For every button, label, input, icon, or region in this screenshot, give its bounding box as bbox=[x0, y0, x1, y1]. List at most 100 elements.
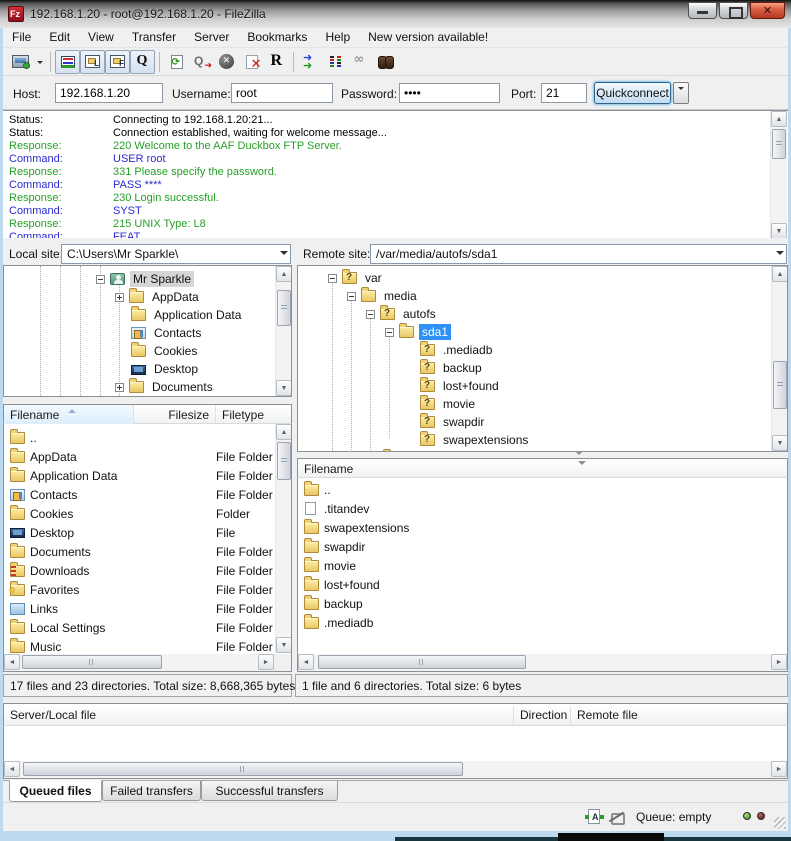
file-row-local-settings[interactable]: Local SettingsFile Folder bbox=[4, 618, 291, 637]
tab-failed-transfers[interactable]: Failed transfers bbox=[102, 781, 201, 801]
file-row-application-data[interactable]: Application DataFile Folder bbox=[4, 466, 291, 485]
file-row-lost-found[interactable]: lost+found bbox=[298, 575, 787, 594]
collapse-icon[interactable] bbox=[366, 310, 375, 319]
scroll-down-button[interactable] bbox=[772, 435, 788, 451]
file-row-favorites[interactable]: FavoritesFile Folder bbox=[4, 580, 291, 599]
local-treeview-toggle-button[interactable] bbox=[80, 50, 105, 74]
file-row-music[interactable]: MusicFile Folder bbox=[4, 637, 291, 654]
port-input[interactable] bbox=[541, 83, 587, 103]
scroll-left-button[interactable] bbox=[4, 761, 20, 777]
file-row-mediadb[interactable]: .mediadb bbox=[298, 613, 787, 632]
maximize-button[interactable] bbox=[719, 2, 748, 19]
collapse-icon[interactable] bbox=[96, 275, 105, 284]
host-input[interactable] bbox=[55, 83, 163, 103]
reconnect-button[interactable] bbox=[264, 50, 289, 74]
remote-directory-tree[interactable]: var media autofs sda1 .mediadb backup lo… bbox=[297, 265, 788, 452]
file-row-downloads[interactable]: DownloadsFile Folder bbox=[4, 561, 291, 580]
tree-item-appdata[interactable]: AppData bbox=[115, 288, 202, 306]
tree-item-downloads[interactable]: Downloads bbox=[115, 396, 214, 397]
minimize-button[interactable] bbox=[688, 2, 717, 19]
menu-bookmarks[interactable]: Bookmarks bbox=[238, 28, 316, 47]
column-header-server-local-file[interactable]: Server/Local file bbox=[4, 704, 513, 726]
column-header-filesize[interactable]: Filesize bbox=[134, 405, 216, 424]
local-file-list[interactable]: .. AppDataFile Folder Application DataFi… bbox=[3, 424, 292, 654]
resize-grip[interactable] bbox=[774, 817, 786, 829]
file-row-titandev[interactable]: .titandev bbox=[298, 499, 787, 518]
scroll-thumb[interactable] bbox=[772, 129, 786, 159]
chevron-down-icon[interactable] bbox=[776, 251, 784, 259]
tree-item-mr-sparkle[interactable]: Mr Sparkle bbox=[96, 270, 194, 288]
transfer-type-icon[interactable] bbox=[588, 809, 600, 824]
tree-item-contacts[interactable]: Contacts bbox=[131, 324, 204, 342]
quickconnect-dropdown[interactable] bbox=[673, 82, 689, 104]
cancel-operation-button[interactable] bbox=[214, 50, 239, 74]
quickconnect-button[interactable]: Quickconnect bbox=[594, 82, 671, 104]
file-row-backup[interactable]: backup bbox=[298, 594, 787, 613]
scroll-down-button[interactable] bbox=[276, 380, 292, 396]
queue-list[interactable] bbox=[3, 726, 788, 761]
scroll-thumb[interactable] bbox=[22, 655, 162, 669]
menu-file[interactable]: File bbox=[3, 28, 40, 47]
close-button[interactable] bbox=[750, 2, 785, 19]
remote-treeview-toggle-button[interactable] bbox=[105, 50, 130, 74]
scroll-down-button[interactable] bbox=[771, 223, 787, 238]
file-row-up[interactable]: .. bbox=[298, 480, 787, 499]
transfer-queue-toggle-button[interactable] bbox=[130, 50, 155, 74]
column-header-direction[interactable]: Direction bbox=[514, 704, 570, 726]
message-log[interactable]: Status:Connecting to 192.168.1.20:21... … bbox=[3, 110, 788, 238]
file-row-documents[interactable]: DocumentsFile Folder bbox=[4, 542, 291, 561]
file-row-up[interactable]: .. bbox=[4, 428, 291, 447]
collapse-icon[interactable] bbox=[328, 274, 337, 283]
scroll-right-button[interactable] bbox=[771, 654, 787, 670]
tab-queued-files[interactable]: Queued files bbox=[9, 780, 102, 802]
menu-view[interactable]: View bbox=[79, 28, 123, 47]
tree-item-media[interactable]: media bbox=[347, 287, 420, 305]
file-row-desktop[interactable]: DesktopFile bbox=[4, 523, 291, 542]
file-row-movie[interactable]: movie bbox=[298, 556, 787, 575]
title-bar[interactable]: 192.168.1.20 - root@192.168.1.20 - FileZ… bbox=[0, 0, 791, 28]
message-log-toggle-button[interactable] bbox=[55, 50, 80, 74]
column-header-remote-file[interactable]: Remote file bbox=[571, 704, 787, 726]
scroll-thumb[interactable] bbox=[277, 290, 291, 326]
remote-site-combo[interactable]: /var/media/autofs/sda1 bbox=[370, 244, 787, 264]
menu-edit[interactable]: Edit bbox=[40, 28, 79, 47]
scroll-up-button[interactable] bbox=[771, 111, 787, 127]
file-row-swapdir[interactable]: swapdir bbox=[298, 537, 787, 556]
synchronized-browsing-button[interactable] bbox=[348, 50, 373, 74]
expand-icon[interactable] bbox=[115, 383, 124, 392]
tree-item-swapdir[interactable]: swapdir bbox=[420, 413, 487, 431]
scroll-thumb[interactable] bbox=[277, 442, 291, 480]
tree-item-application-data[interactable]: Application Data bbox=[131, 306, 244, 324]
scroll-up-button[interactable] bbox=[276, 266, 292, 282]
unsecure-connection-icon[interactable] bbox=[609, 811, 624, 824]
scroll-right-button[interactable] bbox=[258, 654, 274, 670]
column-header-filetype[interactable]: Filetype bbox=[216, 405, 276, 424]
column-header-filename[interactable]: Filename bbox=[4, 405, 134, 424]
tree-item-desktop[interactable]: Desktop bbox=[131, 360, 201, 378]
menu-new-version[interactable]: New version available! bbox=[359, 28, 497, 47]
site-manager-dropdown[interactable] bbox=[33, 50, 46, 74]
tree-item-movie[interactable]: movie bbox=[420, 395, 478, 413]
file-row-swapextensions[interactable]: swapextensions bbox=[298, 518, 787, 537]
process-queue-button[interactable] bbox=[189, 50, 214, 74]
scroll-left-button[interactable] bbox=[4, 654, 20, 670]
site-manager-button[interactable] bbox=[8, 50, 33, 74]
chevron-down-icon[interactable] bbox=[280, 251, 288, 259]
scroll-thumb[interactable] bbox=[318, 655, 526, 669]
log-scrollbar[interactable] bbox=[770, 111, 787, 238]
local-directory-tree[interactable]: Mr Sparkle AppData Application Data Cont… bbox=[3, 265, 292, 397]
scroll-up-button[interactable] bbox=[772, 266, 788, 282]
local-site-combo[interactable]: C:\Users\Mr Sparkle\ bbox=[61, 244, 291, 264]
remote-tree-scrollbar[interactable] bbox=[771, 266, 788, 451]
username-input[interactable] bbox=[231, 83, 333, 103]
menu-help[interactable]: Help bbox=[316, 28, 359, 47]
file-row-links[interactable]: LinksFile Folder bbox=[4, 599, 291, 618]
local-list-hscrollbar[interactable] bbox=[3, 654, 292, 672]
scroll-left-button[interactable] bbox=[298, 654, 314, 670]
scroll-thumb[interactable] bbox=[773, 361, 787, 409]
find-files-button[interactable] bbox=[373, 50, 398, 74]
tree-item-cookies[interactable]: Cookies bbox=[131, 342, 200, 360]
scroll-up-button[interactable] bbox=[276, 424, 292, 440]
menu-transfer[interactable]: Transfer bbox=[123, 28, 185, 47]
password-input[interactable] bbox=[399, 83, 500, 103]
